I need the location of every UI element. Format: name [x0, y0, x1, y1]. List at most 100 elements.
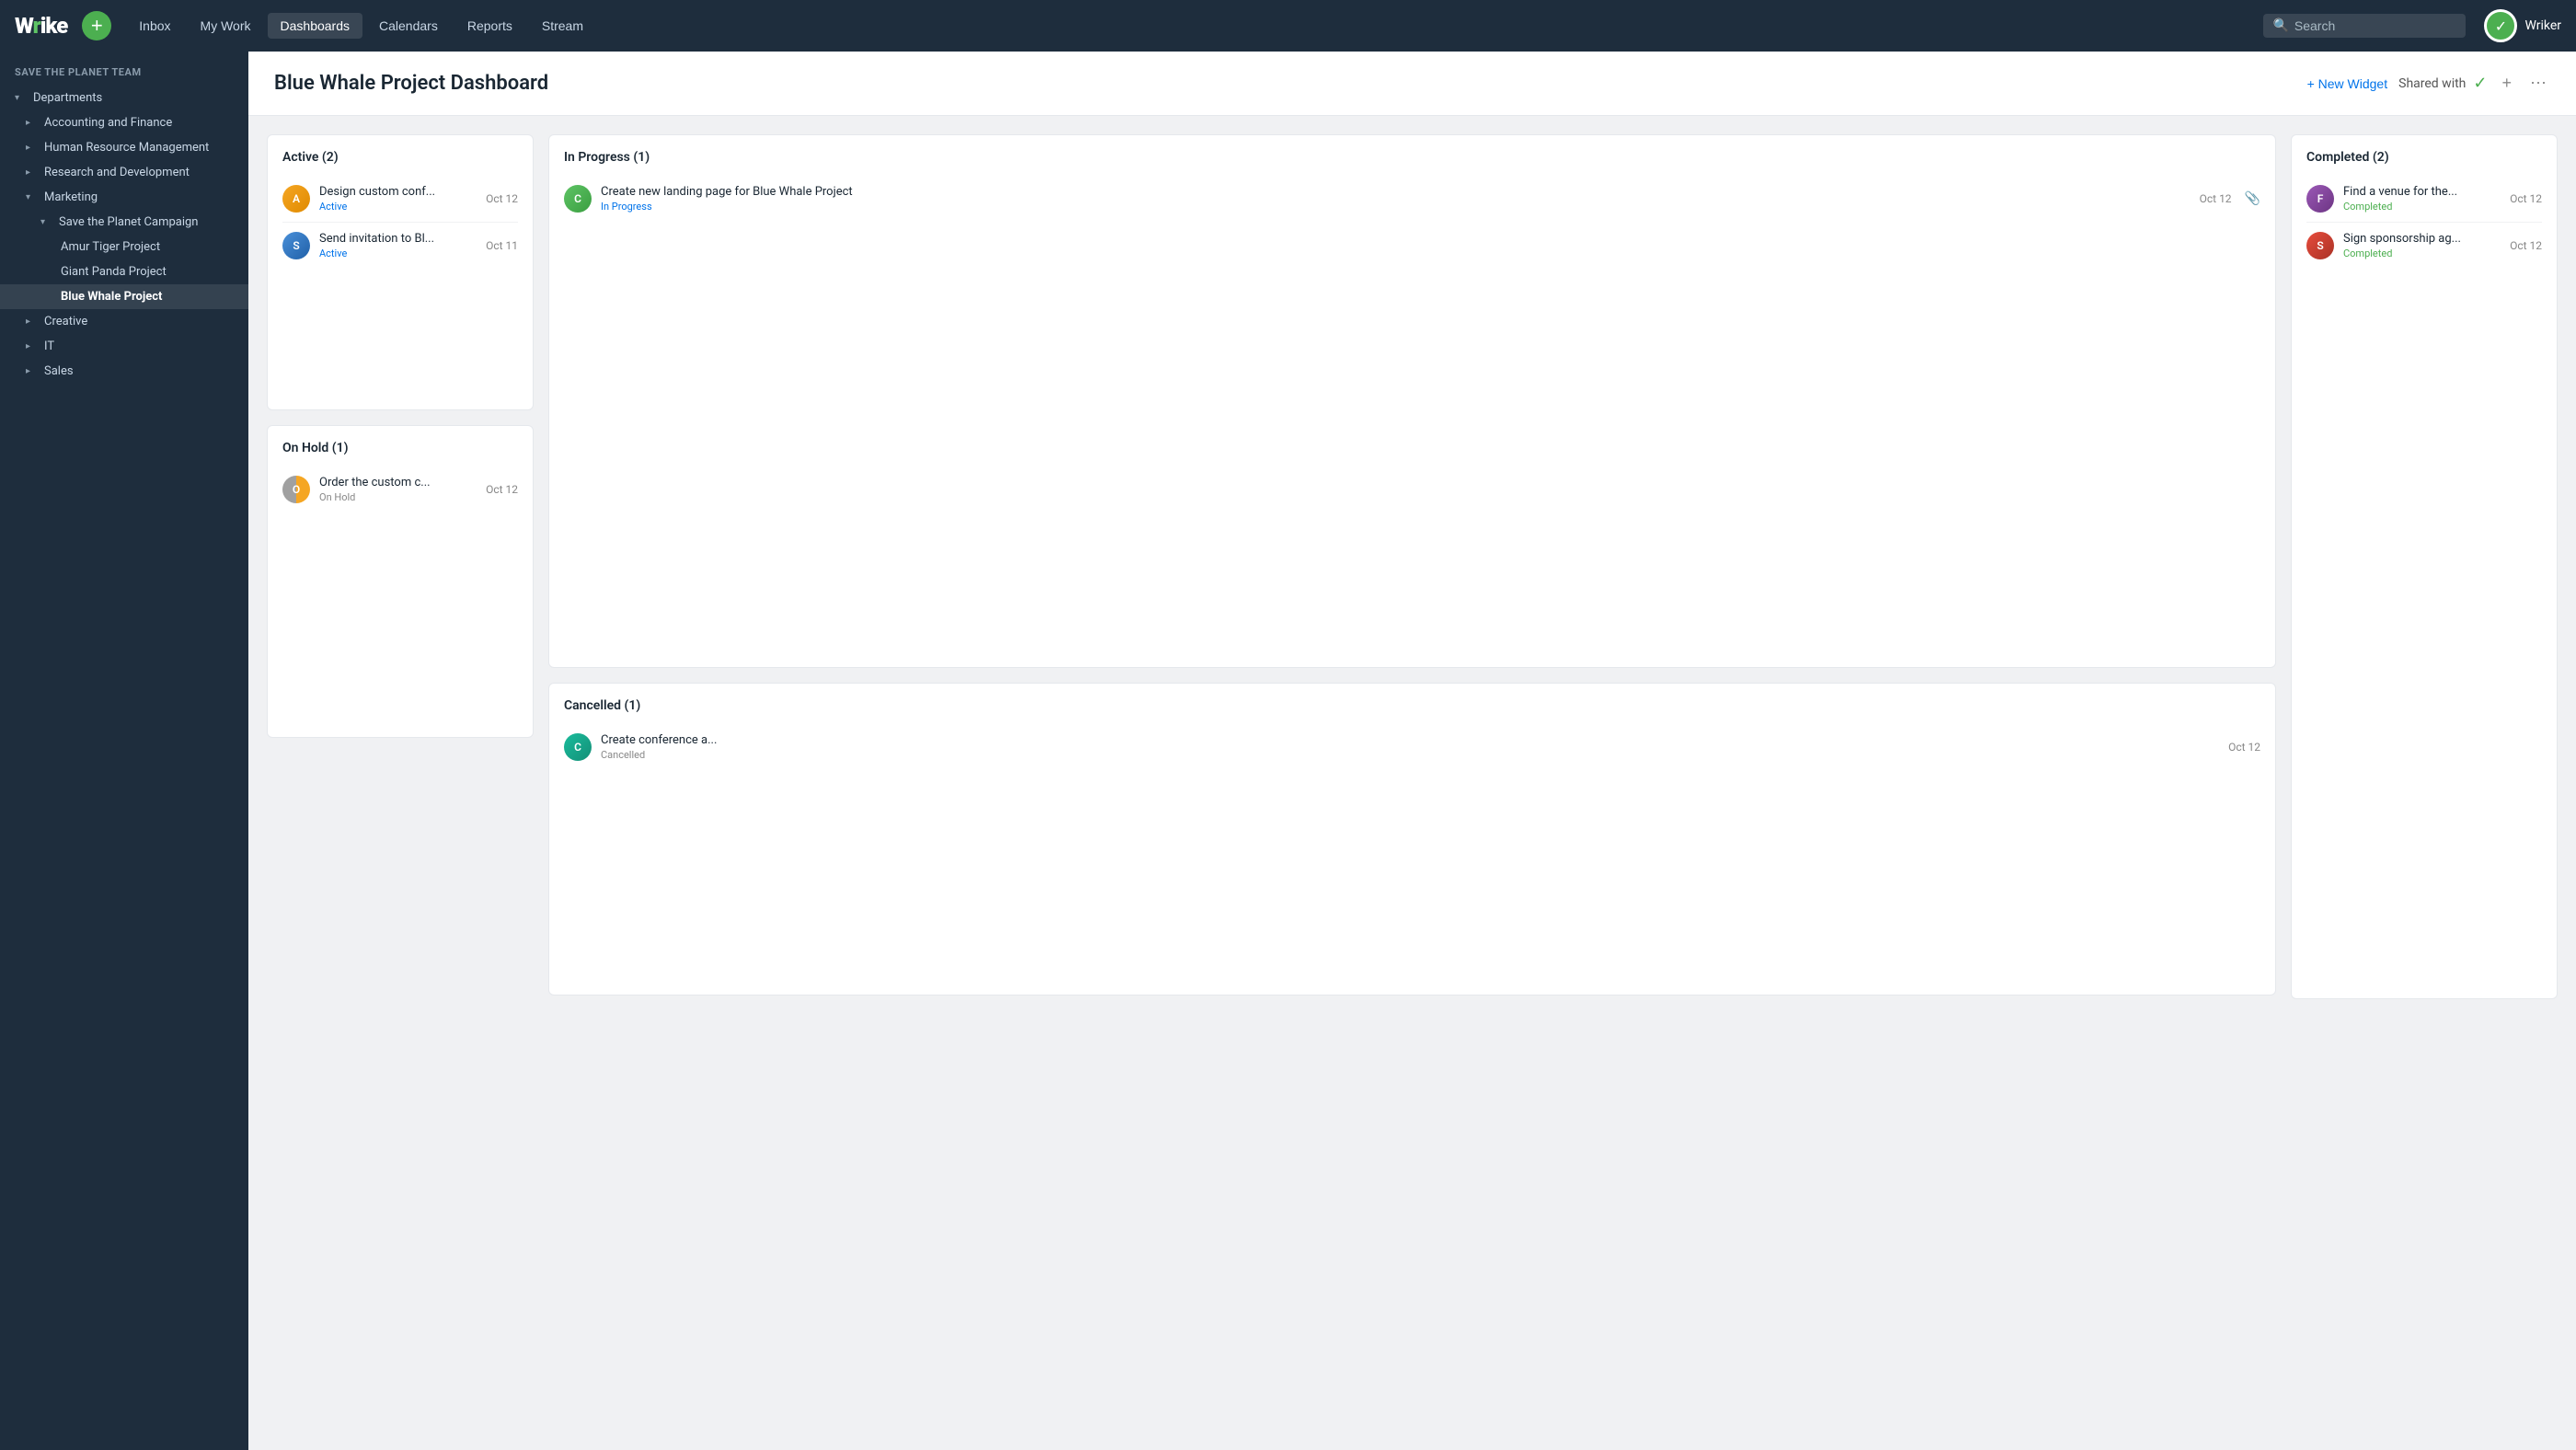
topnav: Wrike + Inbox My Work Dashboards Calenda… [0, 0, 2576, 52]
status-badge: Completed [2343, 247, 2501, 259]
sidebar-item-hr[interactable]: ▸ Human Resource Management [0, 135, 248, 160]
task-info: Create conference a... Cancelled [601, 733, 2219, 761]
chevron-right-icon: ▸ [26, 143, 39, 153]
search-input[interactable] [2294, 18, 2442, 33]
task-name: Create conference a... [601, 733, 785, 747]
table-row[interactable]: S Sign sponsorship ag... Completed Oct 1… [2306, 223, 2542, 269]
board-col-mid: In Progress (1) C Create new landing pag… [548, 134, 2276, 995]
table-row[interactable]: A Design custom conf... Active Oct 12 [282, 176, 518, 223]
search-icon: 🔍 [2272, 18, 2288, 33]
sidebar-item-label: Human Resource Management [44, 141, 209, 155]
logo[interactable]: Wrike [15, 13, 67, 39]
task-name: Find a venue for the... [2343, 185, 2501, 199]
nav-mywork[interactable]: My Work [188, 13, 264, 39]
widget-active-title: Active (2) [282, 150, 518, 165]
page-title: Blue Whale Project Dashboard [274, 72, 548, 95]
task-date: Oct 12 [2510, 239, 2542, 252]
task-date: Oct 12 [2510, 192, 2542, 205]
sidebar-item-sales[interactable]: ▸ Sales [0, 359, 248, 384]
table-row[interactable]: O Order the custom c... On Hold Oct 12 [282, 466, 518, 512]
widget-inprogress: In Progress (1) C Create new landing pag… [548, 134, 2276, 668]
widget-onhold: On Hold (1) O Order the custom c... On H… [267, 425, 534, 738]
widget-active: Active (2) A Design custom conf... Activ… [267, 134, 534, 410]
chevron-right-icon: ▸ [26, 341, 39, 351]
task-info: Create new landing page for Blue Whale P… [601, 185, 2191, 213]
task-info: Send invitation to Bl... Active [319, 232, 477, 259]
widget-completed: Completed (2) F Find a venue for the... … [2291, 134, 2558, 999]
nav-stream[interactable]: Stream [529, 13, 596, 39]
nav-reports[interactable]: Reports [454, 13, 525, 39]
add-button[interactable]: + [82, 11, 111, 40]
sidebar-item-label: Creative [44, 315, 87, 328]
add-widget-icon-button[interactable]: + [2498, 70, 2515, 97]
board-col-left: Active (2) A Design custom conf... Activ… [267, 134, 534, 738]
widget-cancelled-title: Cancelled (1) [564, 698, 2260, 713]
chevron-right-icon: ▸ [26, 316, 39, 327]
sidebar-item-it[interactable]: ▸ IT [0, 334, 248, 359]
sidebar: SAVE THE PLANET TEAM ▾ Departments ▸ Acc… [0, 52, 248, 1450]
table-row[interactable]: C Create new landing page for Blue Whale… [564, 176, 2260, 222]
task-actions: 📎 [2245, 191, 2260, 206]
user-badge[interactable]: ✓ Wriker [2484, 9, 2561, 42]
task-date: Oct 11 [486, 239, 518, 252]
status-badge: Completed [2343, 201, 2501, 213]
user-avatar: ✓ [2484, 9, 2517, 42]
sidebar-item-label: Departments [33, 91, 102, 105]
chevron-right-icon: ▸ [26, 118, 39, 128]
sidebar-team-label: SAVE THE PLANET TEAM [0, 52, 248, 86]
task-date: Oct 12 [2228, 741, 2260, 754]
task-name: Send invitation to Bl... [319, 232, 477, 246]
nav-calendars[interactable]: Calendars [366, 13, 451, 39]
board-col-right: Completed (2) F Find a venue for the... … [2291, 134, 2558, 999]
avatar: S [282, 232, 310, 259]
task-date: Oct 12 [2200, 192, 2232, 205]
task-name: Sign sponsorship ag... [2343, 232, 2501, 246]
status-badge: Active [319, 247, 477, 259]
task-name: Design custom conf... [319, 185, 477, 199]
layout: SAVE THE PLANET TEAM ▾ Departments ▸ Acc… [0, 0, 2576, 1450]
task-info: Sign sponsorship ag... Completed [2343, 232, 2501, 259]
user-name: Wriker [2524, 18, 2561, 33]
sidebar-item-marketing[interactable]: ▾ Marketing [0, 185, 248, 210]
table-row[interactable]: F Find a venue for the... Completed Oct … [2306, 176, 2542, 223]
chevron-down-icon: ▾ [26, 192, 39, 202]
shared-with: Shared with ✓ [2398, 74, 2487, 93]
status-badge: Cancelled [601, 749, 2219, 761]
sidebar-item-bluewhale[interactable]: Blue Whale Project [0, 284, 248, 309]
new-widget-button[interactable]: + New Widget [2307, 76, 2388, 91]
sidebar-item-label: Sales [44, 364, 74, 378]
sidebar-item-label: Blue Whale Project [61, 290, 162, 304]
table-row[interactable]: C Create conference a... Cancelled Oct 1… [564, 724, 2260, 770]
widget-inprogress-title: In Progress (1) [564, 150, 2260, 165]
task-name: Create new landing page for Blue Whale P… [601, 185, 987, 199]
chevron-down-icon: ▾ [40, 217, 53, 227]
sidebar-item-label: IT [44, 339, 54, 353]
widget-onhold-title: On Hold (1) [282, 441, 518, 455]
more-options-button[interactable]: ⋯ [2526, 70, 2550, 97]
header-actions: + New Widget Shared with ✓ + ⋯ [2307, 70, 2550, 97]
attachment-icon: 📎 [2245, 191, 2260, 206]
logo-text: Wrike [15, 13, 67, 39]
dashboard-board: Active (2) A Design custom conf... Activ… [248, 116, 2576, 1018]
avatar: C [564, 185, 592, 213]
avatar: C [564, 733, 592, 761]
main-content: Blue Whale Project Dashboard + New Widge… [248, 52, 2576, 1450]
sidebar-item-saveplanet[interactable]: ▾ Save the Planet Campaign [0, 210, 248, 235]
sidebar-item-amur[interactable]: Amur Tiger Project [0, 235, 248, 259]
task-info: Order the custom c... On Hold [319, 476, 477, 503]
sidebar-item-accounting[interactable]: ▸ Accounting and Finance [0, 110, 248, 135]
sidebar-item-research[interactable]: ▸ Research and Development [0, 160, 248, 185]
chevron-right-icon: ▸ [26, 366, 39, 376]
table-row[interactable]: S Send invitation to Bl... Active Oct 11 [282, 223, 518, 269]
nav-inbox[interactable]: Inbox [126, 13, 183, 39]
sidebar-item-departments[interactable]: ▾ Departments [0, 86, 248, 110]
sidebar-item-creative[interactable]: ▸ Creative [0, 309, 248, 334]
sidebar-item-label: Giant Panda Project [61, 265, 167, 279]
sidebar-item-label: Accounting and Finance [44, 116, 172, 130]
sidebar-item-panda[interactable]: Giant Panda Project [0, 259, 248, 284]
avatar: O [282, 476, 310, 503]
avatar: F [2306, 185, 2334, 213]
status-badge: In Progress [601, 201, 2191, 213]
nav-dashboards[interactable]: Dashboards [268, 13, 363, 39]
search-container: 🔍 [2263, 14, 2466, 38]
